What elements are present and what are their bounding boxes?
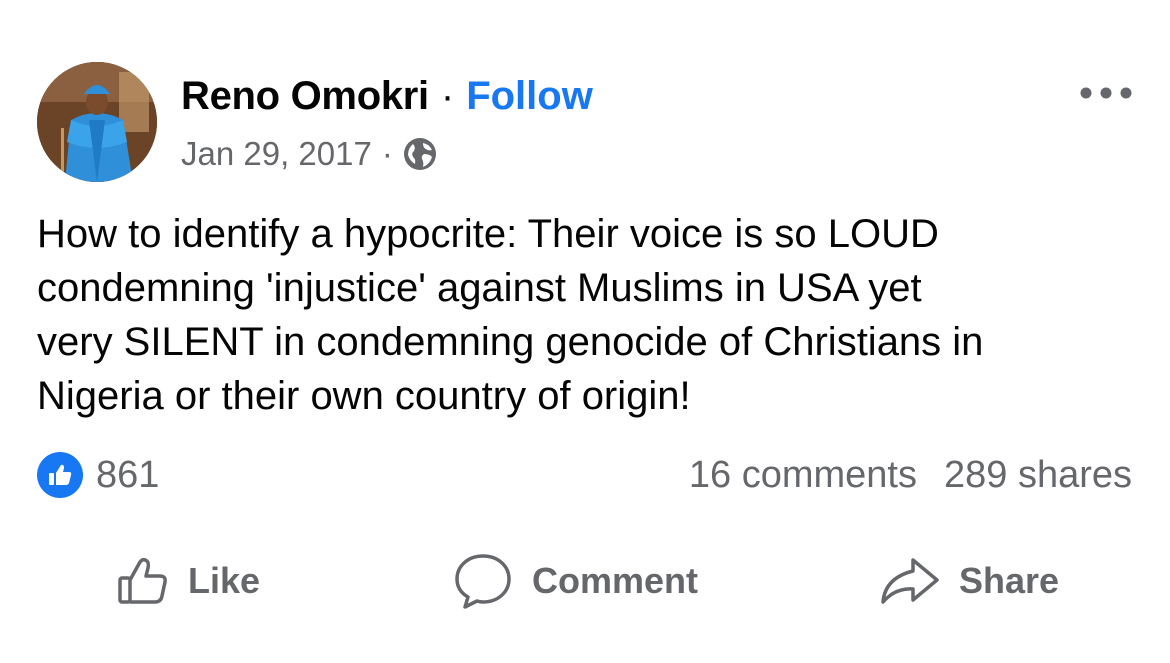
facebook-post: Reno Omokri · Follow Jan 29, 2017 · How …	[0, 0, 1170, 663]
post-meta: Jan 29, 2017 ·	[181, 134, 437, 174]
avatar[interactable]	[37, 62, 157, 182]
reactions-summary[interactable]: 861	[37, 452, 159, 498]
author-name[interactable]: Reno Omokri	[181, 74, 429, 119]
post-text-line: Nigeria or their own country of origin!	[37, 374, 691, 418]
comment-label: Comment	[532, 560, 699, 601]
shares-count[interactable]: 289 shares	[944, 454, 1132, 497]
meta-separator: ·	[381, 135, 393, 172]
post-header: Reno Omokri · Follow	[181, 74, 593, 120]
action-bar: Like Comment Share	[0, 548, 1170, 614]
like-reaction-icon	[37, 452, 83, 498]
follow-button[interactable]: Follow	[466, 74, 593, 119]
share-label: Share	[959, 560, 1060, 601]
like-button[interactable]: Like	[116, 548, 260, 614]
globe-icon	[403, 137, 437, 171]
comment-button[interactable]: Comment	[452, 548, 698, 614]
comments-count[interactable]: 16 comments	[689, 454, 917, 497]
avatar-image	[37, 62, 157, 182]
post-text-line: condemning 'injustice' against Muslims i…	[37, 266, 922, 310]
post-text: How to identify a hypocrite: Their voice…	[37, 207, 1137, 423]
post-text-line: very SILENT in condemning genocide of Ch…	[37, 320, 984, 364]
share-arrow-icon	[881, 558, 939, 604]
header-separator: ·	[440, 74, 455, 118]
comment-bubble-icon	[455, 554, 511, 609]
engagement-stats: 16 comments 289 shares	[689, 452, 1132, 498]
reaction-count: 861	[96, 453, 160, 496]
more-options-button[interactable]	[1078, 78, 1134, 108]
more-dots-icon	[1080, 87, 1132, 99]
like-label: Like	[188, 560, 261, 601]
post-text-line: How to identify a hypocrite: Their voice…	[37, 212, 939, 256]
thumbs-up-icon	[118, 557, 167, 604]
share-button[interactable]: Share	[879, 548, 1059, 614]
post-date[interactable]: Jan 29, 2017	[181, 135, 372, 173]
